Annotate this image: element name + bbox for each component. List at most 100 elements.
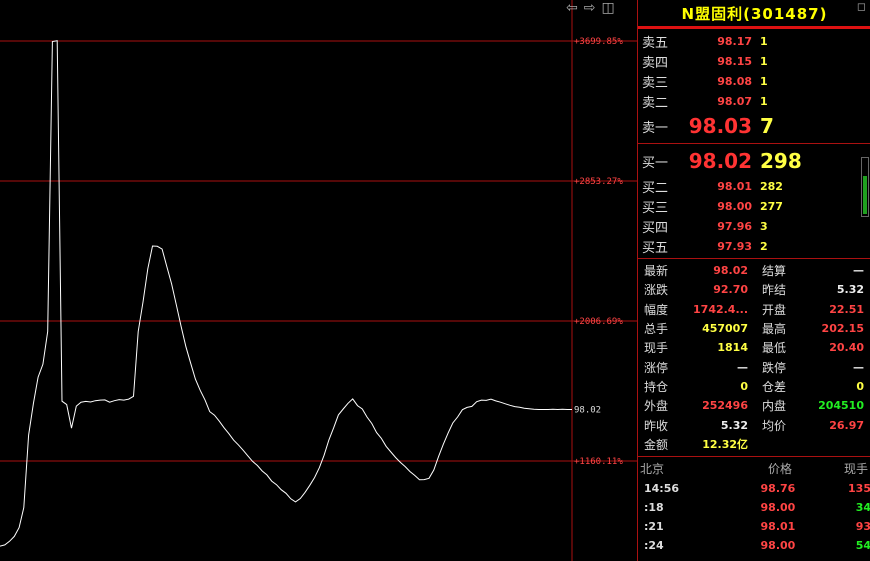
tick-price: 98.00 — [760, 538, 796, 552]
ask-price: 98.15 — [717, 54, 752, 68]
arrow-right-icon[interactable]: ⇨ — [584, 0, 596, 16]
ref-level-label: +2853.27% — [574, 177, 623, 187]
stats-row: 昨收 5.32 均价 26.97 — [638, 415, 870, 434]
ticks-header-qty: 现手 — [843, 462, 868, 477]
stat-value: 98.02 — [713, 264, 748, 278]
stat-value: 5.32 — [836, 283, 864, 297]
tick-row[interactable]: 14:56 98.76 135 — [638, 479, 870, 498]
ask-label: 卖二 — [642, 95, 669, 111]
tick-time: :24 — [644, 538, 664, 552]
quote-panel: N盟固利(301487) ◻ 卖五 98.17 1 卖四 98.15 1 卖三 98.08 1 卖… — [637, 0, 870, 561]
stats-row: 涨停 — 跌停 — — [638, 357, 870, 376]
last-price-label: 98.02 — [574, 405, 601, 415]
stat-value: 5.32 — [720, 418, 748, 432]
quote-stats: 最新 98.02 结算 — 涨跌 92.70 昨结 5.32 幅度 1742.4... 开盘 22.5… — [638, 261, 870, 454]
bid-volume: 2 — [760, 239, 768, 253]
ticks-divider — [638, 455, 870, 457]
ask-price: 98.07 — [717, 94, 752, 108]
tick-price: 98.01 — [760, 519, 796, 533]
tick-row[interactable]: :21 98.01 93 — [638, 517, 870, 536]
tick-price: 98.76 — [760, 481, 796, 495]
stat-key: 开盘 — [762, 302, 787, 317]
ask-list: 卖五 98.17 1 卖四 98.15 1 卖三 98.08 1 卖二 98.07 1 卖一 98.03 7 — [638, 31, 870, 141]
ask-volume: 1 — [760, 94, 768, 108]
stat-key: 持仓 — [644, 379, 669, 394]
stat-value: 202.15 — [821, 322, 864, 336]
ask-row[interactable]: 卖二 98.07 1 — [638, 91, 870, 111]
bid-price: 98.02 — [688, 149, 752, 173]
stats-row: 金额 12.32亿 — [638, 435, 870, 454]
bid-volume: 282 — [760, 179, 783, 193]
ask-row[interactable]: 卖一 98.03 7 — [638, 111, 870, 141]
window-icon[interactable]: ◻ — [857, 0, 867, 13]
stat-value: 252496 — [702, 399, 748, 413]
ask-label: 卖三 — [642, 75, 669, 91]
scrollbar-thumb[interactable] — [863, 176, 867, 214]
bid-volume: 3 — [760, 219, 768, 233]
stats-row: 现手 1814 最低 20.40 — [638, 338, 870, 357]
ticks-header-time: 北京 — [640, 462, 665, 477]
ask-volume: 1 — [760, 54, 768, 68]
stat-value: — — [737, 360, 748, 374]
ask-price: 98.08 — [717, 74, 752, 88]
bid-row[interactable]: 买四 97.96 3 — [638, 216, 870, 236]
ask-row[interactable]: 卖三 98.08 1 — [638, 71, 870, 91]
window-layout-icon[interactable]: ◫ — [601, 0, 614, 16]
tick-time: :21 — [644, 519, 664, 533]
stat-value: 0 — [740, 379, 748, 393]
bid-list: 买一 98.02 298 买二 98.01 282 买三 98.00 277 买四 97.96 3 买五… — [638, 146, 870, 256]
grid-lines — [0, 0, 637, 561]
price-chart[interactable]: +3699.85% +2853.27% +2006.69% +1160.11% 98.… — [0, 0, 637, 561]
stat-value: 1814 — [717, 341, 748, 355]
bid-price: 97.96 — [717, 219, 752, 233]
ask-volume: 7 — [760, 114, 774, 138]
stats-row: 涨跌 92.70 昨结 5.32 — [638, 280, 870, 299]
tick-qty: 135 — [848, 481, 870, 495]
bid-price: 98.01 — [717, 179, 752, 193]
ask-volume: 1 — [760, 34, 768, 48]
stat-value: 1742.4... — [693, 302, 748, 316]
bid-label: 买三 — [642, 200, 669, 216]
bid-label: 买二 — [642, 180, 669, 196]
price-line — [0, 40, 572, 547]
arrow-left-icon[interactable]: ⇦ — [566, 0, 578, 16]
stat-key: 涨跌 — [644, 283, 669, 298]
stat-key: 总手 — [644, 322, 669, 337]
tick-row[interactable]: :18 98.00 34 — [638, 498, 870, 517]
bid-row[interactable]: 买五 97.93 2 — [638, 236, 870, 256]
grid-labels: +3699.85% +2853.27% +2006.69% +1160.11% — [574, 37, 623, 467]
scrollbar[interactable] — [861, 157, 869, 217]
stat-key: 最低 — [762, 341, 787, 356]
bid-label: 买一 — [642, 155, 669, 171]
chart-toolbar: ⇦ ⇨ ◫ — [566, 0, 615, 16]
stat-key: 最高 — [762, 322, 787, 337]
ask-label: 卖一 — [642, 120, 669, 136]
bid-row[interactable]: 买三 98.00 277 — [638, 196, 870, 216]
bid-row[interactable]: 买一 98.02 298 — [638, 146, 870, 176]
ask-row[interactable]: 卖四 98.15 1 — [638, 51, 870, 71]
intraday-chart-area[interactable]: +3699.85% +2853.27% +2006.69% +1160.11% 98.… — [0, 0, 637, 561]
tick-list: 14:56 98.76 135:18 98.00 34:21 98.01 93:24 98.0… — [638, 479, 870, 555]
stock-title-bar: N盟固利(301487) ◻ — [638, 0, 870, 29]
stat-value: 22.51 — [829, 302, 864, 316]
stat-key: 金额 — [644, 437, 669, 452]
ask-volume: 1 — [760, 74, 768, 88]
ask-label: 卖四 — [642, 55, 669, 71]
stock-title: N盟固利(301487) — [681, 4, 828, 23]
tick-qty: 54 — [855, 538, 870, 552]
stat-key: 跌停 — [762, 360, 787, 375]
bid-row[interactable]: 买二 98.01 282 — [638, 176, 870, 196]
stat-key: 现手 — [644, 341, 669, 356]
tick-qty: 34 — [855, 500, 870, 514]
stats-row: 最新 98.02 结算 — — [638, 261, 870, 280]
tick-row[interactable]: :24 98.00 54 — [638, 536, 870, 555]
stat-key: 内盘 — [762, 399, 787, 414]
stats-divider — [638, 258, 870, 259]
bid-price: 97.93 — [717, 239, 752, 253]
ref-level-label: +3699.85% — [574, 37, 623, 47]
stat-value: 457007 — [702, 322, 748, 336]
stat-key: 外盘 — [644, 399, 669, 414]
stat-value: 204510 — [818, 399, 864, 413]
ticks-header-price: 价格 — [767, 462, 792, 477]
ask-row[interactable]: 卖五 98.17 1 — [638, 31, 870, 51]
